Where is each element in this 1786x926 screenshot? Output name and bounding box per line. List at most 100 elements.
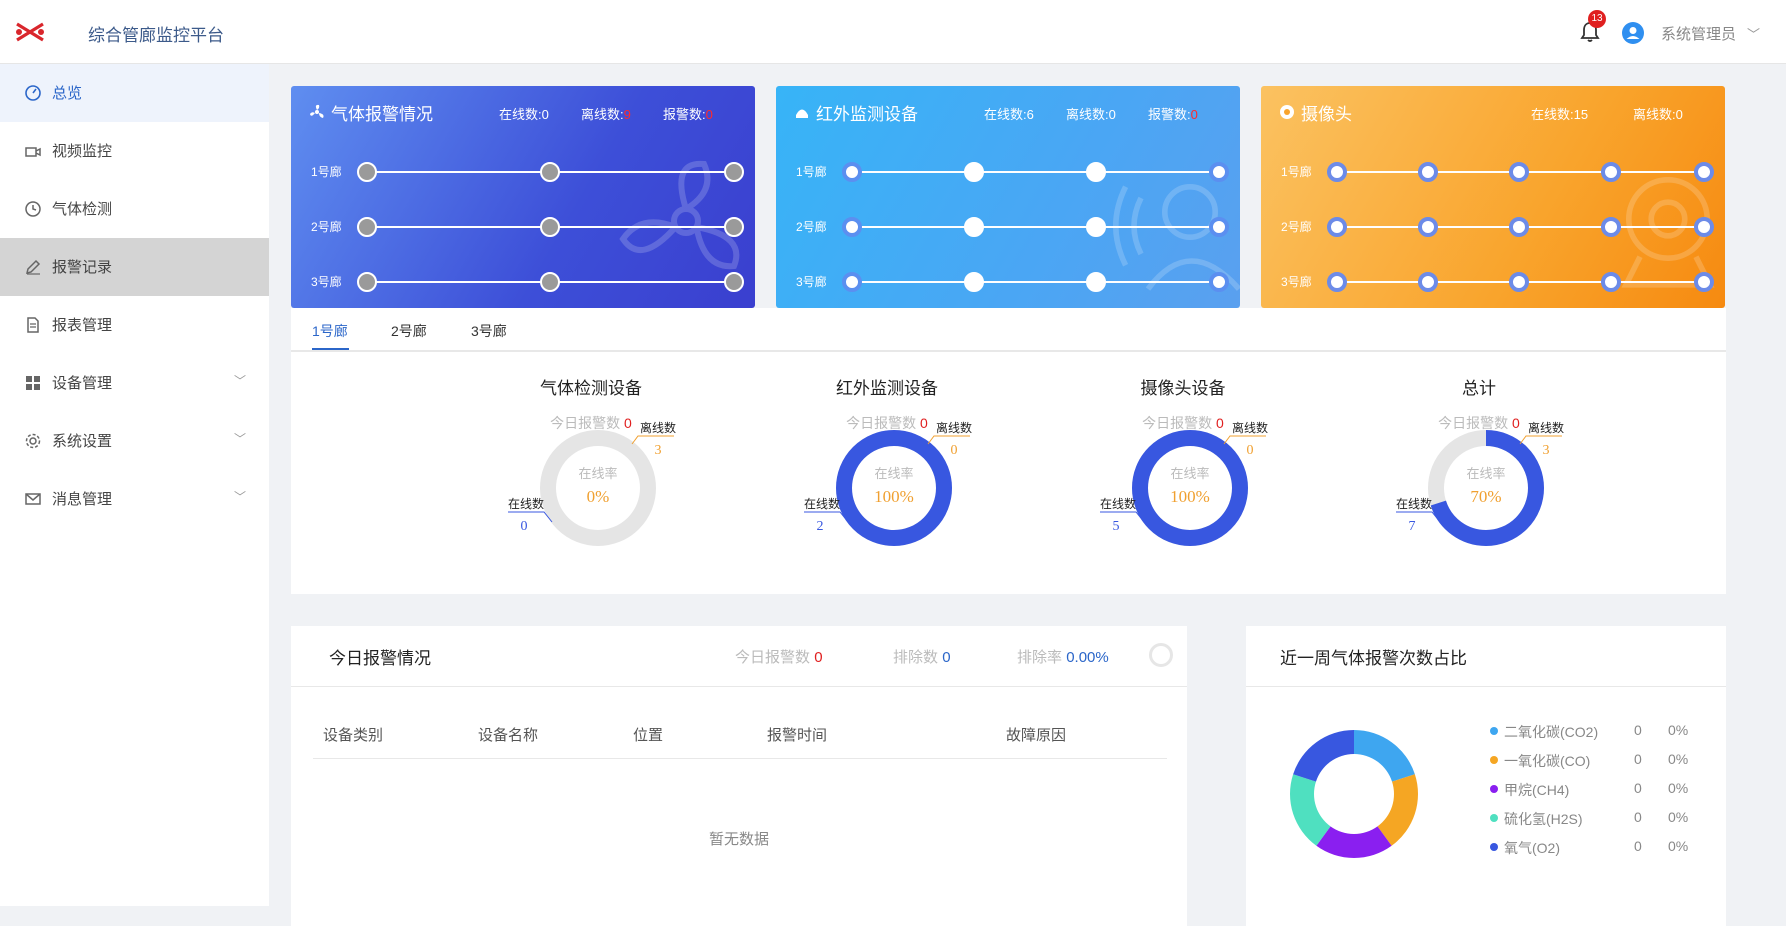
video-camera-icon — [25, 147, 41, 157]
online-value: 0 — [521, 519, 528, 534]
user-name[interactable]: 系统管理员 — [1661, 23, 1736, 44]
phone-icon[interactable] — [964, 272, 984, 292]
fan-icon — [310, 104, 324, 118]
phone-icon[interactable] — [964, 217, 984, 237]
tab-corridor-1[interactable]: 1号廊 — [312, 321, 348, 341]
cleared-rate-value: 0.00% — [1066, 649, 1109, 666]
mail-icon — [25, 493, 41, 505]
camera-node[interactable] — [1418, 272, 1438, 292]
ir-sensor-node[interactable] — [842, 162, 862, 182]
camera-node[interactable] — [1509, 272, 1529, 292]
column-header[interactable]: 位置 — [633, 724, 663, 745]
corridor-label: 1号廊 — [796, 165, 827, 179]
sidebar-item-devices[interactable]: 设备管理 ﹀ — [0, 354, 269, 412]
rate-value: 70% — [1470, 487, 1501, 506]
tab-corridor-2[interactable]: 2号廊 — [391, 321, 427, 341]
gas-ratio-donut[interactable] — [1274, 714, 1434, 874]
camera-node[interactable] — [1327, 217, 1347, 237]
offline-count: 离线数:0 — [1633, 104, 1683, 123]
online-rate-donut[interactable]: 在线率 70% 离线数 3 在线数 7 — [1361, 408, 1621, 548]
legend-percent: 0% — [1668, 809, 1689, 825]
chevron-down-icon[interactable]: ﹀ — [1747, 24, 1760, 43]
ir-sensor-node[interactable] — [1209, 217, 1229, 237]
online-value: 15 — [1573, 107, 1589, 122]
column-header[interactable]: 报警时间 — [767, 724, 827, 745]
cleared-count: 排除数 0 — [893, 646, 951, 667]
ir-sensor-node[interactable] — [842, 217, 862, 237]
ir-sensor-node[interactable] — [1209, 162, 1229, 182]
online-rate-donut[interactable]: 在线率 100% 离线数 0 在线数 2 — [769, 408, 1029, 548]
gas-sensor-node[interactable] — [540, 217, 560, 237]
gas-sensor-node[interactable] — [724, 217, 744, 237]
avatar[interactable] — [1622, 22, 1644, 44]
infrared-device-card[interactable]: 红外监测设备 在线数:6 离线数:0 报警数:0 1号廊 2号廊 3号廊 — [776, 86, 1240, 308]
clock-icon — [25, 201, 41, 217]
column-header[interactable]: 故障原因 — [1006, 724, 1066, 745]
phone-icon[interactable] — [1086, 162, 1106, 182]
camera-node[interactable] — [1601, 217, 1621, 237]
camera-node[interactable] — [1327, 272, 1347, 292]
gas-sensor-node[interactable] — [540, 162, 560, 182]
online-label: 在线数: — [1531, 107, 1574, 122]
gas-sensor-node[interactable] — [357, 272, 377, 292]
grid-icon — [26, 376, 40, 390]
card-title: 摄像头 — [1301, 105, 1352, 124]
sidebar-item-video[interactable]: 视频监控 — [0, 122, 269, 180]
phone-icon[interactable] — [1086, 217, 1106, 237]
cleared-rate-label: 排除率 — [1017, 649, 1063, 666]
online-rate-donut[interactable]: 在线率 100% 离线数 0 在线数 5 — [1065, 408, 1325, 548]
legend-count: 0 — [1634, 838, 1642, 854]
today-alarm-card: 今日报警情况 今日报警数 0 排除数 0 排除率 0.00% 设备类别 设备名称… — [291, 626, 1187, 926]
rate-value: 0% — [587, 487, 610, 506]
camera-node[interactable] — [1327, 162, 1347, 182]
column-header[interactable]: 设备名称 — [478, 724, 538, 745]
camera-node[interactable] — [1601, 162, 1621, 182]
legend-name: 二氧化碳(CO2) — [1504, 724, 1599, 740]
sidebar-item-overview[interactable]: 总览 — [0, 64, 269, 122]
camera-node[interactable] — [1694, 217, 1714, 237]
online-count: 在线数:0 — [499, 104, 549, 123]
column-header[interactable]: 设备类别 — [323, 724, 383, 745]
phone-icon[interactable] — [964, 162, 984, 182]
online-count: 在线数:6 — [984, 104, 1034, 123]
donut-slice[interactable] — [1316, 826, 1392, 858]
legend-item[interactable]: 二氧化碳(CO2) 0 0% — [1490, 722, 1710, 742]
camera-node[interactable] — [1694, 272, 1714, 292]
camera-node[interactable] — [1694, 162, 1714, 182]
sidebar-item-label: 系统设置 — [52, 433, 113, 450]
ir-sensor-node[interactable] — [842, 272, 862, 292]
gas-sensor-node[interactable] — [724, 272, 744, 292]
legend-item[interactable]: 甲烷(CH4) 0 0% — [1490, 780, 1710, 800]
online-rate-donut[interactable]: 在线率 0% 离线数 3 在线数 0 — [473, 408, 733, 548]
phone-icon[interactable] — [1086, 272, 1106, 292]
gas-sensor-node[interactable] — [357, 162, 377, 182]
camera-node[interactable] — [1509, 162, 1529, 182]
camera-node[interactable] — [1509, 217, 1529, 237]
stat-title: 摄像头设备 — [1140, 379, 1226, 398]
sidebar-item-messages[interactable]: 消息管理 ﹀ — [0, 470, 269, 528]
sidebar-item-reports[interactable]: 报表管理 — [0, 296, 269, 354]
tab-corridor-3[interactable]: 3号廊 — [471, 321, 507, 341]
gas-sensor-node[interactable] — [540, 272, 560, 292]
donut-slice[interactable] — [1354, 730, 1415, 782]
alarm-count: 报警数:0 — [1148, 104, 1198, 123]
legend-item[interactable]: 氧气(O2) 0 0% — [1490, 838, 1710, 858]
camera-node[interactable] — [1601, 272, 1621, 292]
camera-node[interactable] — [1418, 162, 1438, 182]
ir-sensor-node[interactable] — [1209, 272, 1229, 292]
sidebar-item-gas[interactable]: 气体检测 — [0, 180, 269, 238]
donut-slice[interactable] — [1293, 730, 1354, 782]
camera-card[interactable]: 摄像头 在线数:15 离线数:0 1号廊 2号廊 3号廊 — [1261, 86, 1725, 308]
gas-alarm-card[interactable]: 气体报警情况 在线数:0 离线数:9 报警数:0 1号廊 2号廊 3号廊 — [291, 86, 755, 308]
online-label: 在线数 — [508, 496, 544, 511]
gas-sensor-node[interactable] — [724, 162, 744, 182]
legend-item[interactable]: 硫化氢(H2S) 0 0% — [1490, 809, 1710, 829]
sidebar-item-alarm-records[interactable]: 报警记录 — [0, 238, 269, 296]
corridor-label: 3号廊 — [1281, 275, 1312, 289]
rate-label: 在线率 — [1466, 466, 1505, 481]
gas-sensor-node[interactable] — [357, 217, 377, 237]
camera-node[interactable] — [1418, 217, 1438, 237]
sidebar-item-settings[interactable]: 系统设置 ﹀ — [0, 412, 269, 470]
legend-item[interactable]: 一氧化碳(CO) 0 0% — [1490, 751, 1710, 771]
today-alarm-value: 0 — [814, 649, 823, 666]
